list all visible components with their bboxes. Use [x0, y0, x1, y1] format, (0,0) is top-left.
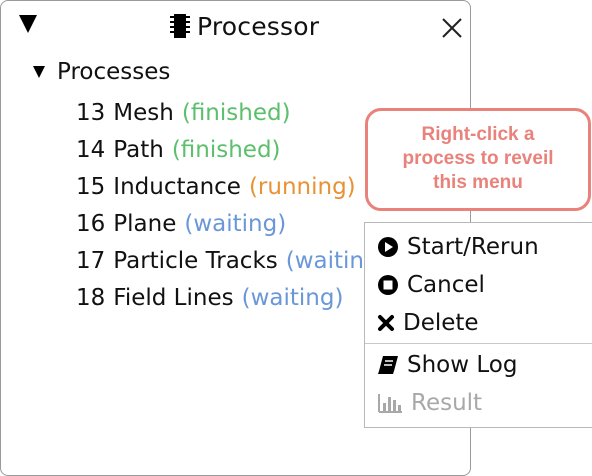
hint-callout-line: process to reveil — [402, 148, 554, 169]
menu-item-label: Delete — [403, 310, 479, 336]
x-icon — [378, 315, 394, 331]
expand-triangle-icon[interactable] — [33, 66, 45, 78]
menu-item-delete[interactable]: Delete — [377, 305, 479, 341]
process-name: Path — [113, 137, 164, 163]
process-name: Plane — [113, 211, 177, 237]
menu-item-start-rerun[interactable]: Start/Rerun — [377, 229, 539, 265]
menu-item-label: Start/Rerun — [407, 234, 539, 260]
process-status: (waiting) — [241, 285, 344, 311]
bar-chart-icon — [378, 394, 402, 413]
process-status: (finished) — [181, 100, 291, 126]
process-name: Mesh — [113, 100, 174, 126]
process-name: Field Lines — [113, 285, 234, 311]
menu-item-result[interactable]: Result — [377, 385, 482, 421]
process-id: 18 — [76, 285, 106, 311]
process-id: 16 — [76, 211, 106, 237]
menu-item-show-log[interactable]: Show Log — [377, 347, 517, 383]
context-menu: Start/Rerun Cancel Delete Show Log Resul… — [364, 222, 592, 428]
process-id: 17 — [76, 248, 106, 274]
panel-title: Processor — [197, 11, 320, 41]
close-button[interactable] — [441, 17, 463, 39]
play-icon — [378, 237, 398, 257]
process-id: 13 — [76, 100, 106, 126]
panel-title-group: Processor — [169, 11, 319, 41]
process-name: Inductance — [113, 174, 241, 200]
hint-callout-line: Right-click a — [421, 124, 535, 145]
hint-callout: Right-click a process to reveil this men… — [365, 108, 591, 211]
collapse-triangle-icon[interactable] — [19, 15, 37, 33]
process-status: (waiting) — [184, 211, 287, 237]
menu-item-label: Cancel — [407, 272, 485, 298]
menu-item-label: Result — [411, 390, 483, 416]
menu-item-cancel[interactable]: Cancel — [377, 267, 485, 303]
menu-item-label: Show Log — [407, 352, 518, 378]
process-status: (running) — [248, 174, 356, 200]
hint-callout-line: this menu — [433, 172, 523, 193]
panel-header: Processor — [1, 1, 470, 51]
close-icon — [442, 18, 462, 38]
processes-label: Processes — [57, 59, 171, 85]
processes-tree-root[interactable]: Processes — [33, 59, 170, 85]
process-id: 15 — [76, 174, 106, 200]
process-name: Particle Tracks — [113, 248, 278, 274]
stop-icon — [378, 275, 398, 295]
process-status: (finished) — [171, 137, 281, 163]
book-icon — [378, 356, 398, 374]
menu-separator — [365, 343, 592, 344]
process-id: 14 — [76, 137, 106, 163]
chip-icon — [170, 14, 190, 38]
